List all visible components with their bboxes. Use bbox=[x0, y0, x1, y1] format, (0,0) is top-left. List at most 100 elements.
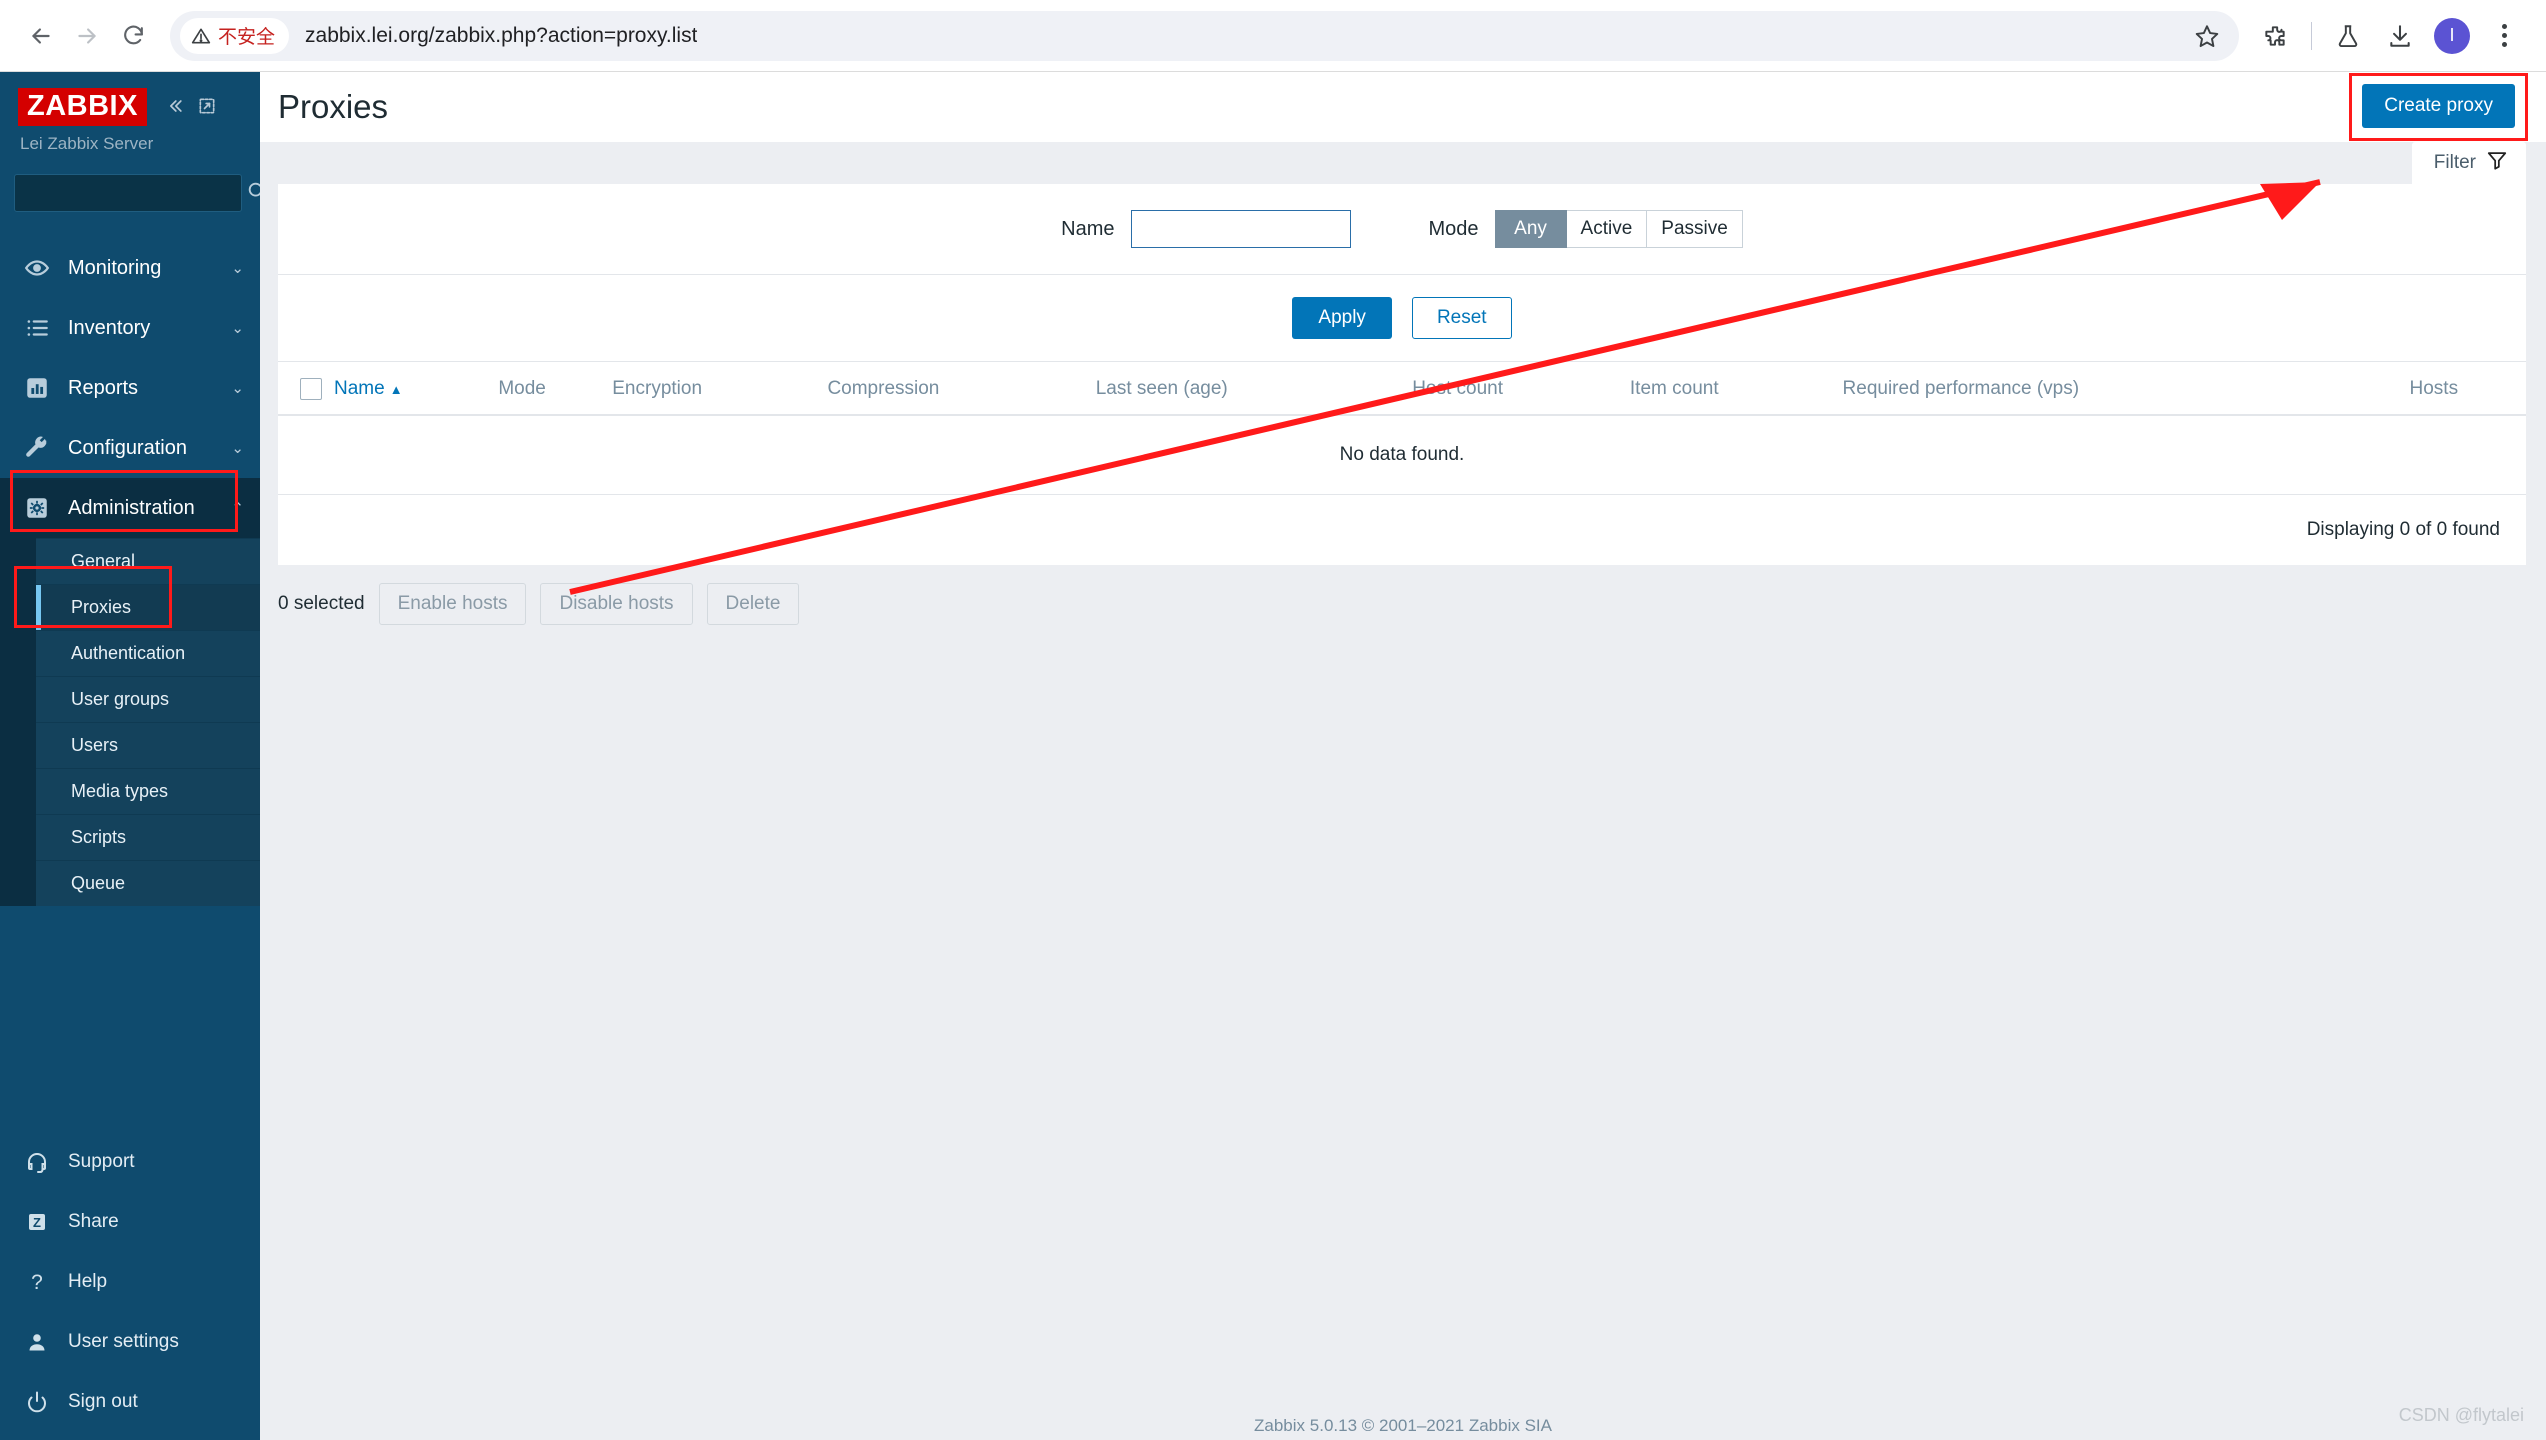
double-chevron-left-icon[interactable] bbox=[165, 96, 185, 121]
url-text: zabbix.lei.org/zabbix.php?action=proxy.l… bbox=[305, 23, 698, 47]
main-content: Proxies Create proxy Filter Name Mode An… bbox=[260, 72, 2546, 1440]
eye-icon bbox=[22, 255, 52, 281]
chevron-down-icon: ⌄ bbox=[231, 320, 244, 338]
zabbix-logo[interactable]: ZABBIX bbox=[18, 88, 147, 127]
mode-option-passive[interactable]: Passive bbox=[1647, 210, 1743, 248]
headset-icon bbox=[22, 1150, 52, 1174]
wrench-icon bbox=[22, 435, 52, 461]
sidebar-item-label: Scripts bbox=[71, 827, 127, 848]
sidebar-item-label: User settings bbox=[68, 1331, 179, 1352]
filter-buttons-row: Apply Reset bbox=[278, 274, 2526, 361]
apply-button[interactable]: Apply bbox=[1292, 297, 1392, 339]
create-proxy-annotation: Create proxy bbox=[2349, 73, 2528, 141]
sidebar-item-support[interactable]: Support bbox=[0, 1132, 260, 1192]
puzzle-icon[interactable] bbox=[2251, 12, 2299, 60]
sidebar-item-label: General bbox=[71, 551, 136, 572]
column-header-mode: Mode bbox=[498, 362, 613, 416]
sidebar-item-administration[interactable]: Administration ⌃ bbox=[0, 478, 260, 539]
sidebar-item-label: Share bbox=[68, 1211, 119, 1232]
name-input[interactable] bbox=[1130, 210, 1351, 248]
column-header-host-count: Host count bbox=[1412, 362, 1630, 416]
sidebar-item-label: Media types bbox=[71, 781, 169, 802]
sidebar-item-configuration[interactable]: Configuration ⌄ bbox=[0, 418, 260, 478]
reset-button[interactable]: Reset bbox=[1411, 297, 1512, 339]
column-header-required-performance: Required performance (vps) bbox=[1842, 362, 2410, 416]
sidebar-item-sign-out[interactable]: Sign out bbox=[0, 1372, 260, 1432]
filter-tab-row: Filter bbox=[260, 142, 2546, 184]
gear-icon bbox=[22, 495, 52, 521]
toolbar-divider bbox=[2311, 21, 2312, 50]
sidebar-item-label: Proxies bbox=[71, 597, 132, 618]
column-header-name[interactable]: Name ▲ bbox=[334, 362, 499, 416]
enable-hosts-button[interactable]: Enable hosts bbox=[378, 583, 527, 625]
displaying-count-row: Displaying 0 of 0 found bbox=[278, 495, 2526, 566]
sidebar-item-general[interactable]: General bbox=[36, 538, 260, 585]
mode-label: Mode bbox=[1428, 217, 1479, 240]
sidebar-item-authentication[interactable]: Authentication bbox=[36, 630, 260, 677]
empty-state-message: No data found. bbox=[278, 415, 2526, 495]
back-icon[interactable] bbox=[18, 13, 64, 59]
sidebar: ZABBIX Lei Zabbix Server Monitoring ⌄ In… bbox=[0, 72, 267, 1440]
select-all-header[interactable] bbox=[278, 362, 334, 416]
delete-button[interactable]: Delete bbox=[706, 583, 800, 625]
browser-actions: I bbox=[2251, 12, 2528, 60]
profile-initial: I bbox=[2434, 17, 2470, 54]
sidebar-item-user-groups[interactable]: User groups bbox=[36, 676, 260, 723]
browser-toolbar: 不安全 zabbix.lei.org/zabbix.php?action=pro… bbox=[0, 0, 2546, 72]
reload-icon[interactable] bbox=[110, 13, 156, 59]
sidebar-search[interactable] bbox=[14, 174, 267, 213]
zabbix-share-icon: Z bbox=[22, 1210, 52, 1234]
displaying-count: Displaying 0 of 0 found bbox=[2306, 519, 2500, 540]
filter-tab[interactable]: Filter bbox=[2411, 142, 2526, 184]
proxy-table: Name ▲ Mode Encryption Compression Last s… bbox=[278, 362, 2526, 565]
sort-ascending-icon: ▲ bbox=[389, 382, 403, 397]
proxy-list-panel: Name ▲ Mode Encryption Compression Last s… bbox=[278, 361, 2526, 565]
sidebar-item-label: Inventory bbox=[68, 316, 151, 339]
empty-state-row: No data found. bbox=[278, 415, 2526, 495]
table-header: Name ▲ Mode Encryption Compression Last s… bbox=[278, 362, 2526, 416]
sidebar-item-reports[interactable]: Reports ⌄ bbox=[0, 358, 260, 418]
sidebar-collapse-controls bbox=[165, 96, 217, 121]
chevron-down-icon: ⌄ bbox=[231, 440, 244, 458]
sidebar-item-media-types[interactable]: Media types bbox=[36, 768, 260, 815]
table-header-row: Name ▲ Mode Encryption Compression Last s… bbox=[278, 362, 2526, 416]
checkbox-unchecked-icon[interactable] bbox=[300, 378, 322, 400]
sidebar-item-scripts[interactable]: Scripts bbox=[36, 814, 260, 861]
sidebar-item-queue[interactable]: Queue bbox=[36, 860, 260, 907]
sidebar-item-user-settings[interactable]: User settings bbox=[0, 1312, 260, 1372]
watermark: CSDN @flytalei bbox=[2398, 1405, 2524, 1425]
filter-fields-row: Name Mode Any Active Passive bbox=[278, 210, 2526, 274]
bookmark-star-icon[interactable] bbox=[2177, 10, 2237, 61]
column-header-hosts: Hosts bbox=[2409, 362, 2526, 416]
security-status-chip[interactable]: 不安全 bbox=[180, 17, 290, 54]
collapse-panel-icon[interactable] bbox=[197, 96, 217, 121]
sidebar-item-label: Queue bbox=[71, 873, 126, 894]
sidebar-item-users[interactable]: Users bbox=[36, 722, 260, 769]
address-bar[interactable]: 不安全 zabbix.lei.org/zabbix.php?action=pro… bbox=[170, 10, 2239, 61]
sidebar-brand: ZABBIX bbox=[0, 72, 260, 127]
create-proxy-button[interactable]: Create proxy bbox=[2362, 84, 2515, 128]
sidebar-item-inventory[interactable]: Inventory ⌄ bbox=[0, 298, 260, 358]
filter-panel: Name Mode Any Active Passive Apply Reset bbox=[278, 184, 2526, 361]
sidebar-item-share[interactable]: Z Share bbox=[0, 1192, 260, 1252]
sidebar-item-monitoring[interactable]: Monitoring ⌄ bbox=[0, 238, 260, 298]
search-input[interactable] bbox=[25, 183, 246, 204]
sidebar-item-proxies[interactable]: Proxies bbox=[36, 584, 260, 631]
sidebar-item-label: Administration bbox=[68, 496, 195, 519]
bar-chart-icon bbox=[22, 375, 52, 401]
sidebar-main-nav: Monitoring ⌄ Inventory ⌄ Reports ⌄ Confi… bbox=[0, 238, 260, 907]
column-header-compression: Compression bbox=[827, 362, 1096, 416]
warning-triangle-icon bbox=[191, 28, 211, 44]
sidebar-item-help[interactable]: ? Help bbox=[0, 1252, 260, 1312]
download-icon[interactable] bbox=[2376, 12, 2424, 60]
chevron-down-icon: ⌄ bbox=[231, 380, 244, 398]
disable-hosts-button[interactable]: Disable hosts bbox=[540, 583, 693, 625]
mode-option-active[interactable]: Active bbox=[1566, 210, 1648, 248]
sidebar-item-label: Authentication bbox=[71, 643, 186, 664]
kebab-menu-icon[interactable] bbox=[2480, 12, 2528, 60]
mode-option-any[interactable]: Any bbox=[1494, 210, 1567, 248]
column-label: Name bbox=[334, 378, 385, 399]
flask-icon[interactable] bbox=[2324, 12, 2372, 60]
forward-icon[interactable] bbox=[64, 13, 110, 59]
avatar[interactable]: I bbox=[2428, 12, 2476, 60]
